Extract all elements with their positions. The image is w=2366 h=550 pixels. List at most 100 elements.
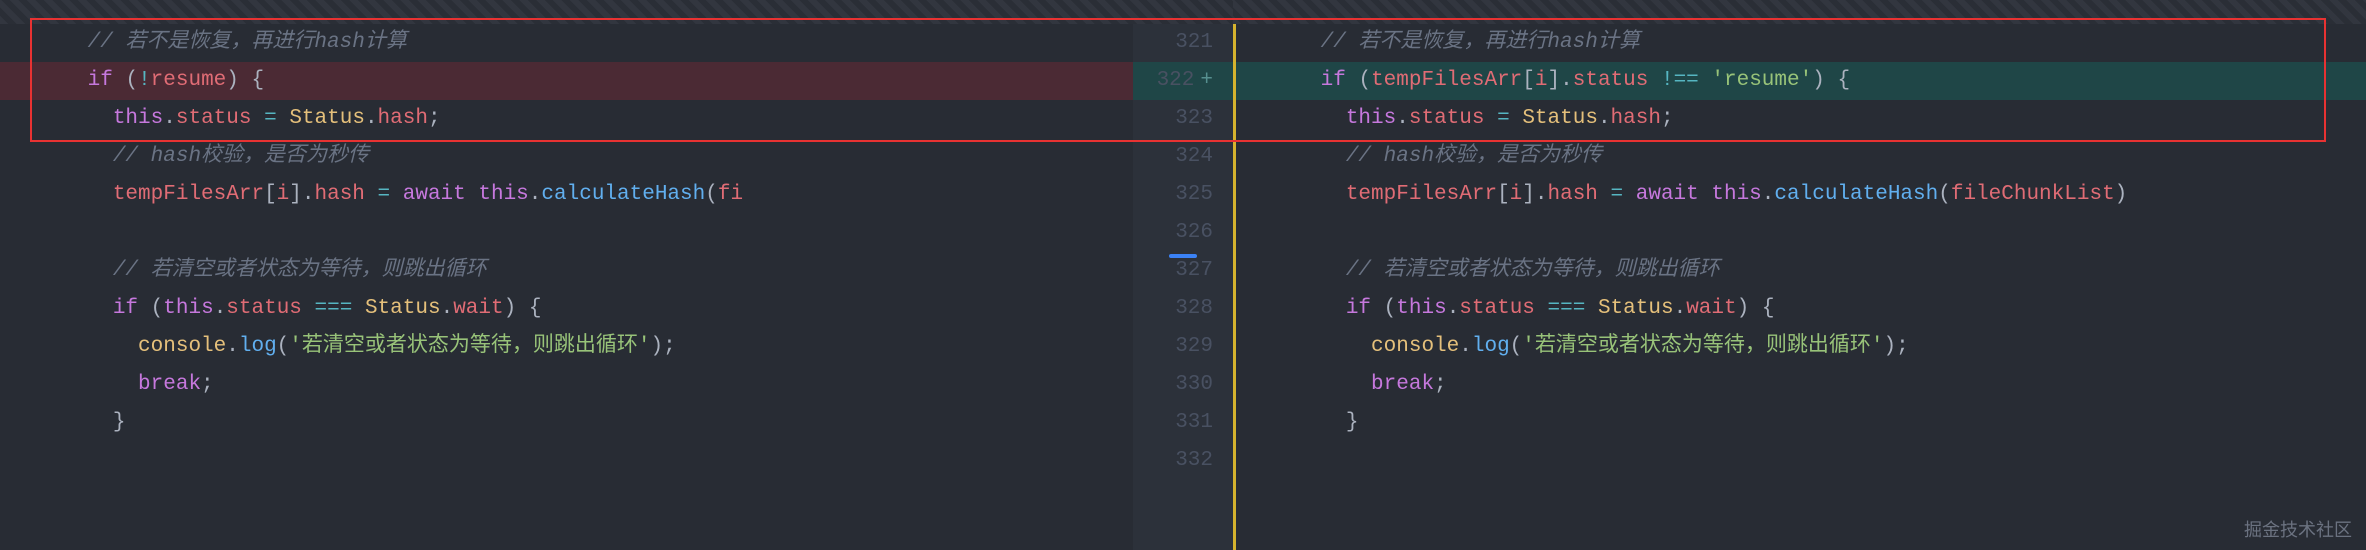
token-punct: ) [1812,69,1825,92]
token-punct: . [1762,183,1775,206]
token-comment: // hash校验，是否为秒传 [1346,145,1602,168]
token-string: '若清空或者状态为等待，则跳出循环' [289,335,650,358]
token-op: ! [138,69,151,92]
token-punct: [ [1497,183,1510,206]
token-plain [466,183,479,206]
code-line[interactable]: break; [0,366,1133,404]
diff-view: // 若不是恢复，再进行hash计算 if (!resume) { this.s… [0,0,2366,550]
token-keyword: this [113,107,163,130]
token-punct: { [529,297,542,320]
token-punct: ( [277,335,290,358]
token-indent [12,107,113,130]
code-line[interactable] [0,214,1133,252]
token-keyword: if [1346,297,1371,320]
token-var: console [138,335,226,358]
code-line[interactable] [1233,214,2366,252]
token-comment: // 若不是恢复，再进行hash计算 [88,31,407,54]
hatched-top-right [1233,0,2366,24]
token-var: Status [289,107,365,130]
diff-pane-left[interactable]: // 若不是恢复，再进行hash计算 if (!resume) { this.s… [0,0,1133,550]
token-punct: . [365,107,378,130]
code-line[interactable]: // 若清空或者状态为等待，则跳出循环 [0,252,1133,290]
token-keyword: this [163,297,213,320]
token-punct: } [113,411,126,434]
token-op: = [1611,183,1624,206]
token-punct: ; [428,107,441,130]
current-change-marker [1169,254,1197,258]
token-func: calculateHash [1774,183,1938,206]
code-line[interactable]: tempFilesArr[i].hash = await this.calcul… [1233,176,2366,214]
token-punct: [ [264,183,277,206]
token-keyword: break [1371,373,1434,396]
token-punct: . [1535,183,1548,206]
token-plain [1648,69,1661,92]
token-prop: i [1510,183,1523,206]
code-line[interactable]: break; [1233,366,2366,404]
token-plain [1699,183,1712,206]
token-string: '若清空或者状态为等待，则跳出循环' [1522,335,1883,358]
code-line[interactable]: // hash校验，是否为秒传 [0,138,1133,176]
code-line[interactable]: // 若不是恢复，再进行hash计算 [0,24,1133,62]
modified-indicator-bar [1233,24,1236,550]
code-line[interactable]: this.status = Status.hash; [0,100,1133,138]
code-line[interactable]: } [0,404,1133,442]
token-plain [113,69,126,92]
token-punct: . [302,183,315,206]
token-plain [239,69,252,92]
token-plain [1346,69,1359,92]
token-prop: status [1409,107,1485,130]
token-op: = [264,107,277,130]
token-indent [1245,297,1346,320]
code-line[interactable]: // hash校验，是否为秒传 [1233,138,2366,176]
token-punct: ; [663,335,676,358]
token-indent [12,373,138,396]
diff-pane-right[interactable]: // 若不是恢复，再进行hash计算 if (tempFilesArr[i].s… [1233,0,2366,550]
token-op: === [315,297,353,320]
token-indent [1245,335,1371,358]
token-punct: ; [1896,335,1909,358]
token-punct: ) [504,297,517,320]
token-plain [516,297,529,320]
token-punct: ( [705,183,718,206]
token-comment: // 若不是恢复，再进行hash计算 [1321,31,1640,54]
token-keyword: if [88,69,113,92]
token-punct: . [163,107,176,130]
code-line[interactable]: if (tempFilesArr[i].status !== 'resume')… [1233,62,2366,100]
token-punct: . [1459,335,1472,358]
token-indent [12,69,88,92]
code-line[interactable]: console.log('若清空或者状态为等待，则跳出循环'); [0,328,1133,366]
token-indent [1245,145,1346,168]
token-punct: ( [1358,69,1371,92]
token-plain [1598,183,1611,206]
code-line[interactable]: if (this.status === Status.wait) { [0,290,1133,328]
token-punct: } [1346,411,1359,434]
token-var: Status [1522,107,1598,130]
diff-divider [1183,0,1185,550]
code-line[interactable]: if (this.status === Status.wait) { [1233,290,2366,328]
token-plain [390,183,403,206]
code-line[interactable]: // 若清空或者状态为等待，则跳出循环 [1233,252,2366,290]
token-prop: tempFilesArr [1346,183,1497,206]
code-lines-right[interactable]: // 若不是恢复，再进行hash计算 if (tempFilesArr[i].s… [1233,0,2366,480]
token-prop: status [176,107,252,130]
code-line[interactable]: // 若不是恢复，再进行hash计算 [1233,24,2366,62]
token-plain [1535,297,1548,320]
token-keyword: break [138,373,201,396]
token-punct: . [1560,69,1573,92]
code-line[interactable]: console.log('若清空或者状态为等待，则跳出循环'); [1233,328,2366,366]
token-plain [1371,297,1384,320]
code-line[interactable] [1233,442,2366,480]
token-punct: . [529,183,542,206]
code-line[interactable]: tempFilesArr[i].hash = await this.calcul… [0,176,1133,214]
token-var: console [1371,335,1459,358]
token-plain [1585,297,1598,320]
token-indent [12,297,113,320]
line-gutter-right[interactable]: 321322+323324325326327328329330331332 [1133,0,1233,550]
code-lines-left[interactable]: // 若不是恢复，再进行hash计算 if (!resume) { this.s… [0,0,1133,442]
code-line[interactable]: } [1233,404,2366,442]
code-line[interactable]: if (!resume) { [0,62,1133,100]
code-line[interactable]: this.status = Status.hash; [1233,100,2366,138]
token-plain [352,297,365,320]
token-func: log [1472,335,1510,358]
token-func: log [239,335,277,358]
